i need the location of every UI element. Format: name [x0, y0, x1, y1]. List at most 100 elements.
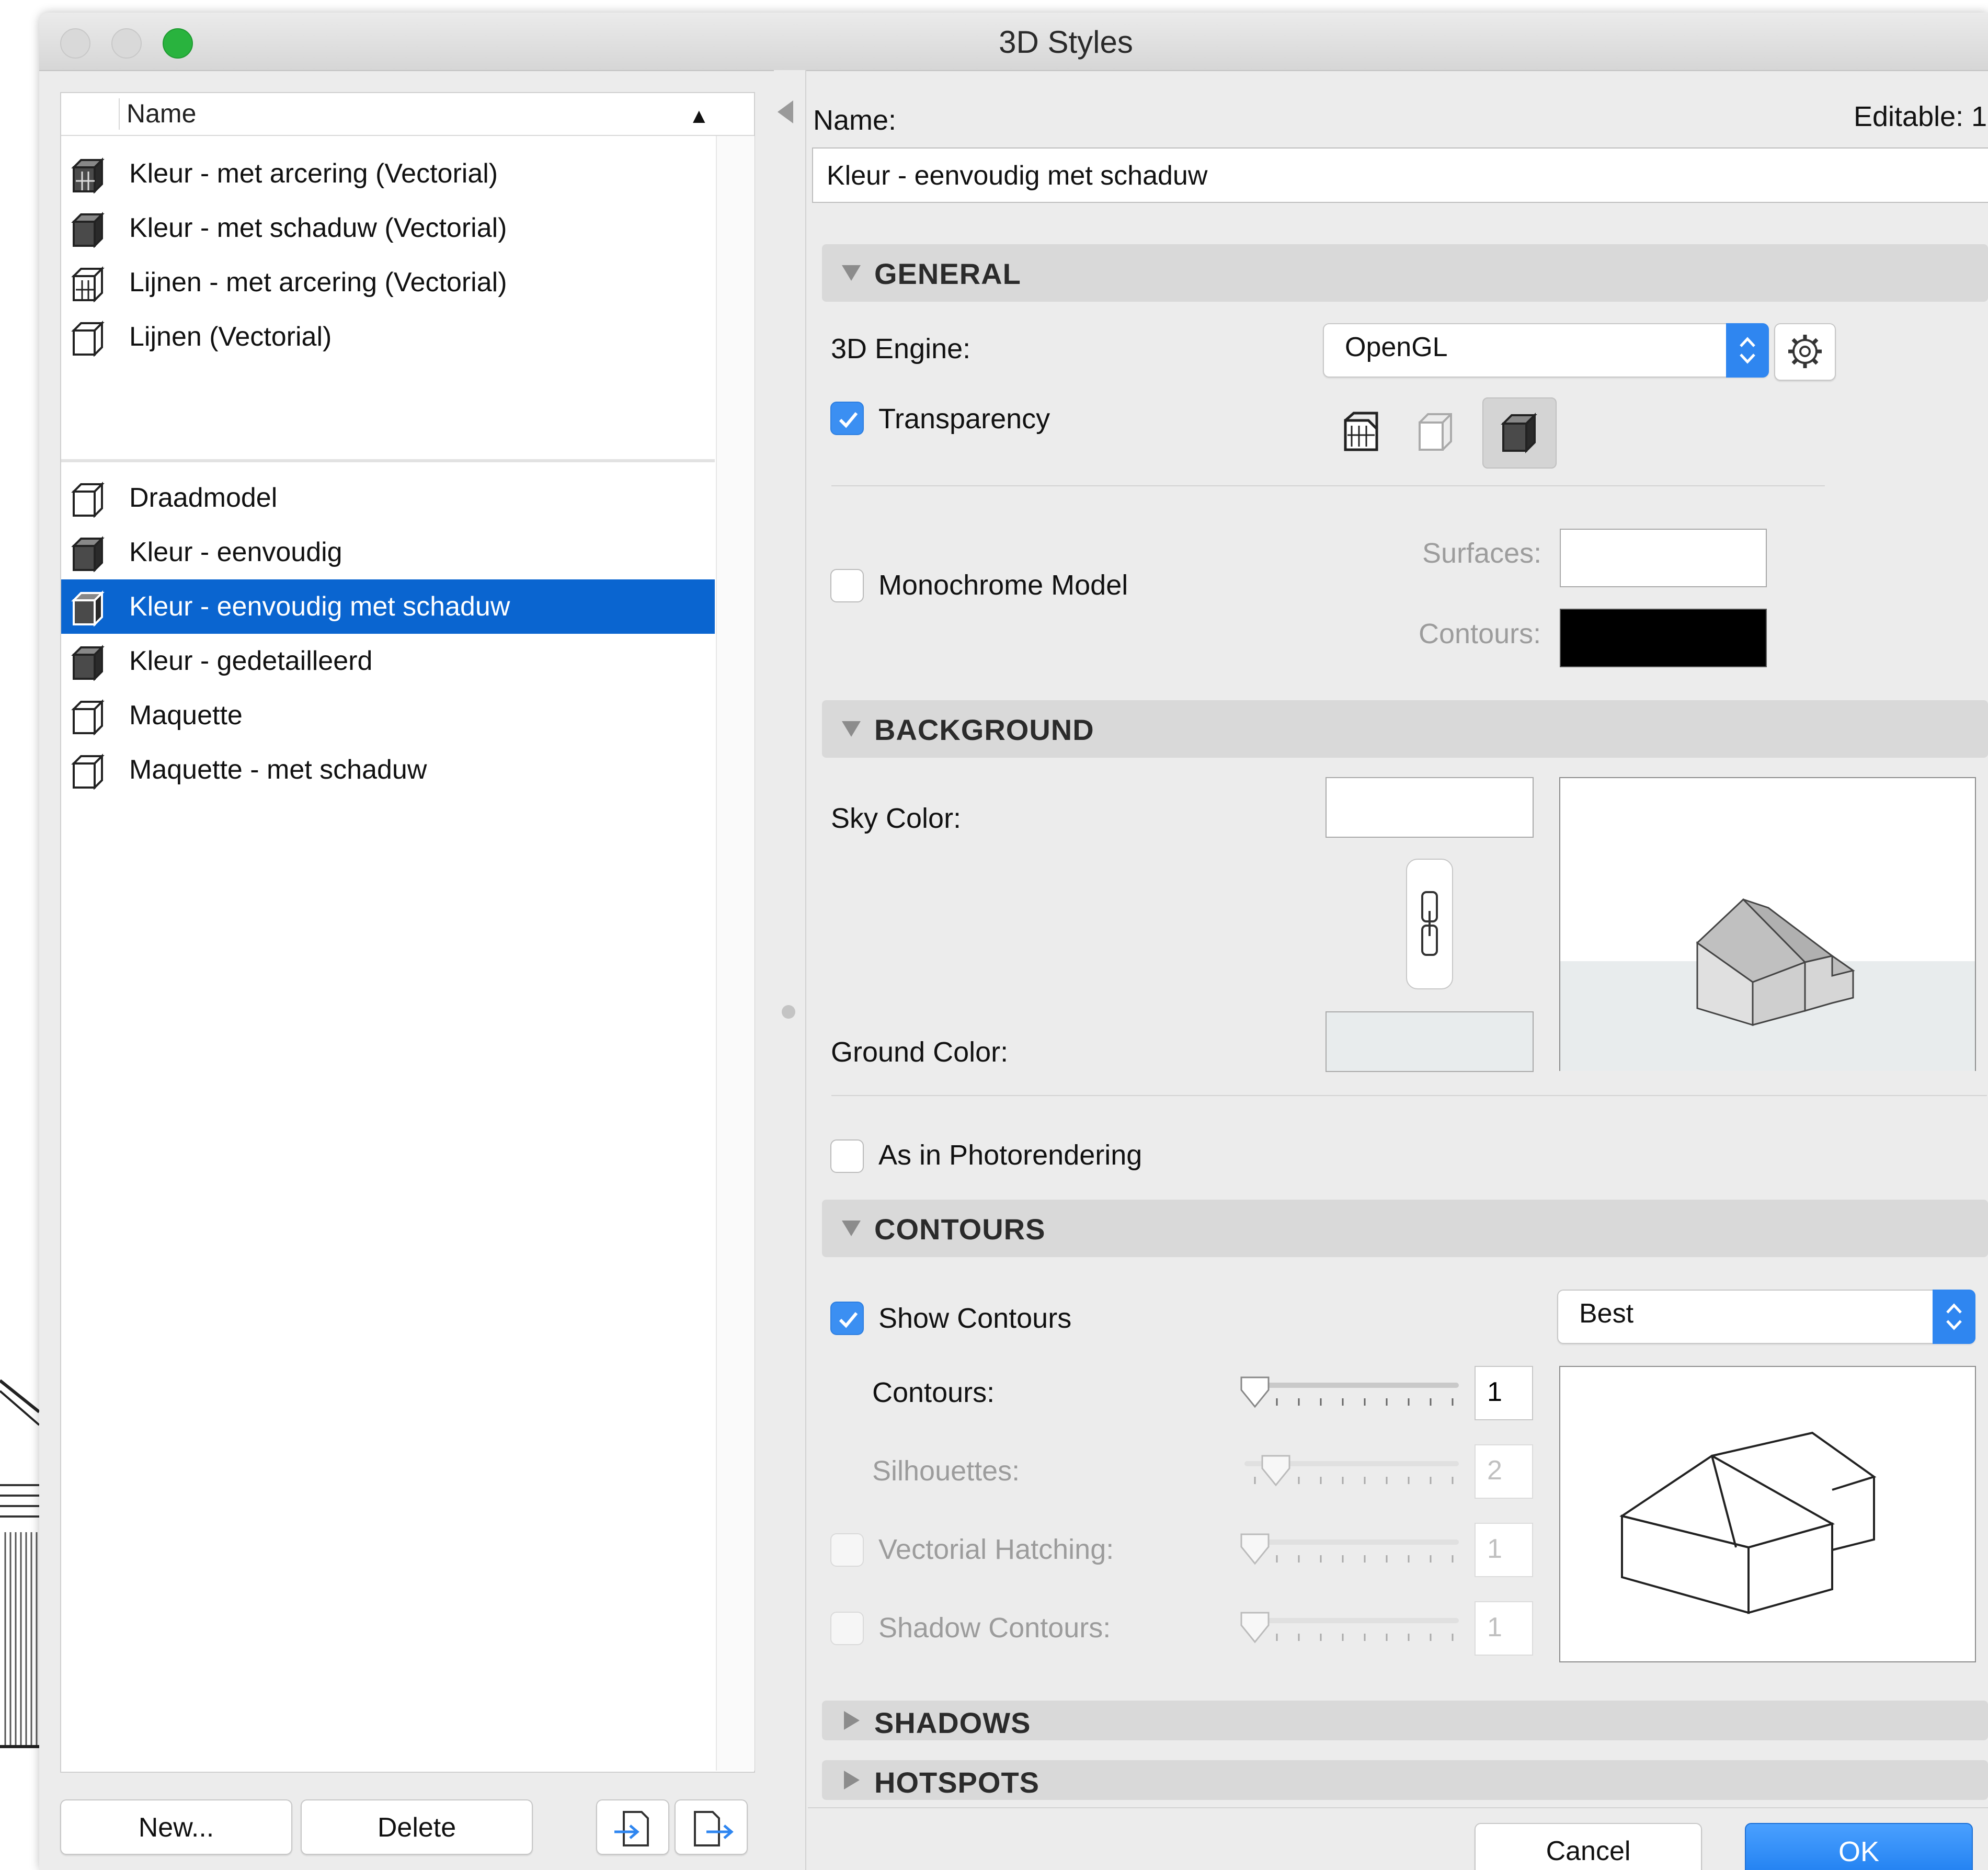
list-item[interactable]: Maquette - met schaduw [61, 743, 715, 797]
list-item-label: Kleur - eenvoudig [129, 537, 342, 567]
header-separator [119, 98, 120, 130]
list-item-label: Kleur - met schaduw (Vectorial) [129, 213, 507, 243]
hotspots-section-header[interactable]: HOTSPOTS [822, 1760, 1988, 1800]
list-item[interactable]: Kleur - met arcering (Vectorial) [61, 146, 715, 201]
surfaces-label: Surfaces: [1422, 538, 1542, 569]
contour-width-input[interactable]: 1 [1475, 1523, 1533, 1577]
monochrome-label: Monochrome Model [878, 569, 1128, 601]
disclosure-down-icon [842, 1221, 861, 1236]
contour-width-input[interactable]: 2 [1475, 1444, 1533, 1499]
contours-color-swatch[interactable] [1560, 609, 1767, 667]
photorender-checkbox[interactable] [830, 1139, 864, 1173]
contour-width-slider[interactable] [1234, 1606, 1464, 1654]
chain-link-icon [1421, 891, 1438, 956]
sky-color-label: Sky Color: [831, 803, 962, 834]
list-item[interactable]: Lijnen - met arcering (Vectorial) [61, 255, 715, 310]
surfaces-color-swatch[interactable] [1560, 529, 1767, 587]
disclosure-right-icon [844, 1771, 860, 1789]
sky-color-swatch[interactable] [1326, 777, 1534, 838]
collapse-panel-icon[interactable] [778, 100, 793, 123]
background-section-header[interactable]: BACKGROUND [822, 700, 1988, 758]
list-item-label: Kleur - gedetailleerd [129, 646, 373, 676]
up-down-chevron-icon [1740, 337, 1755, 364]
ok-button[interactable]: OK [1745, 1823, 1973, 1870]
import-style-button[interactable] [596, 1799, 669, 1855]
list-item[interactable]: Maquette [61, 688, 715, 743]
list-item-label: Maquette [129, 700, 243, 731]
background-section-title: BACKGROUND [874, 713, 1094, 746]
contour-width-input[interactable]: 1 [1475, 1366, 1533, 1420]
export-style-button[interactable] [675, 1799, 748, 1855]
show-contours-checkbox[interactable] [830, 1302, 864, 1335]
list-item[interactable]: Lijnen (Vectorial) [61, 310, 715, 364]
engine-select-stepper[interactable] [1726, 323, 1769, 378]
maquette-shadow-style-icon [68, 751, 107, 790]
show-contours-label: Show Contours [878, 1303, 1072, 1334]
list-scrollbar[interactable] [716, 136, 755, 1771]
list-item-label: Kleur - met arcering (Vectorial) [129, 158, 498, 189]
color-simple-shadow-style-icon [68, 588, 107, 627]
contours-section-title: CONTOURS [874, 1213, 1046, 1246]
color-detailed-style-icon [68, 642, 107, 681]
gear-icon [1788, 335, 1822, 368]
list-column-header[interactable]: Name ▲ [61, 93, 754, 136]
panel-splitter[interactable] [774, 70, 806, 1870]
house-outline-preview [1619, 1431, 1877, 1614]
list-item[interactable]: Kleur - met schaduw (Vectorial) [61, 201, 715, 255]
transparency-checkbox[interactable] [830, 402, 864, 435]
shadows-section-header[interactable]: SHADOWS [822, 1701, 1988, 1740]
footer-divider [808, 1807, 1988, 1808]
window-title: 3D Styles [999, 25, 1133, 60]
list-item-label: Kleur - eenvoudig met schaduw [129, 591, 510, 622]
ground-color-swatch[interactable] [1326, 1011, 1534, 1072]
list-item[interactable]: Kleur - eenvoudig [61, 525, 715, 579]
contour-option-label: Contours: [872, 1377, 995, 1408]
list-item[interactable]: Kleur - gedetailleerd [61, 634, 715, 688]
contour-option-checkbox[interactable] [830, 1533, 864, 1567]
quality-select-stepper[interactable] [1933, 1290, 1975, 1344]
contour-width-input[interactable]: 1 [1475, 1601, 1533, 1656]
background-divider [831, 1095, 1987, 1096]
contour-width-slider[interactable] [1234, 1528, 1464, 1575]
contours-section-header[interactable]: CONTOURS [822, 1200, 1988, 1257]
engine-select[interactable]: OpenGL [1323, 323, 1769, 378]
list-item-label: Maquette - met schaduw [129, 755, 427, 785]
name-column-label: Name [127, 99, 197, 128]
mode-hatched-button[interactable] [1336, 406, 1388, 458]
general-section-header[interactable]: GENERAL [822, 244, 1988, 302]
engine-label: 3D Engine: [831, 333, 971, 364]
color-simple-style-icon [68, 533, 107, 573]
list-item-label: Draadmodel [129, 483, 278, 513]
color-shadow-style-icon [68, 209, 107, 248]
splitter-handle[interactable] [782, 1005, 795, 1019]
disclosure-down-icon [842, 721, 861, 737]
new-style-button[interactable]: New... [60, 1799, 292, 1855]
list-item[interactable]: Draadmodel [61, 471, 715, 525]
outline-mode-icon [1419, 413, 1452, 451]
contour-width-slider[interactable] [1234, 1450, 1464, 1497]
engine-settings-button[interactable] [1774, 323, 1836, 381]
up-down-chevron-icon [1946, 1303, 1962, 1330]
photorender-label: As in Photorendering [878, 1139, 1142, 1171]
disclosure-right-icon [844, 1711, 860, 1730]
cancel-button[interactable]: Cancel [1475, 1823, 1702, 1870]
style-name-input[interactable]: Kleur - eenvoudig met schaduw [812, 147, 1988, 203]
delete-style-button[interactable]: Delete [301, 1799, 533, 1855]
contour-quality-select[interactable]: Best [1557, 1290, 1975, 1344]
list-item[interactable]: Kleur - eenvoudig met schaduw [61, 579, 715, 634]
contour-width-slider[interactable] [1234, 1371, 1464, 1418]
list-item-label: Lijnen - met arcering (Vectorial) [129, 267, 507, 298]
checkmark-icon [839, 1312, 858, 1328]
mode-outline-button[interactable] [1410, 406, 1463, 458]
link-colors-toggle[interactable] [1406, 859, 1453, 989]
mode-shaded-button[interactable] [1482, 397, 1557, 469]
list-item-label: Lijnen (Vectorial) [129, 322, 332, 352]
monochrome-checkbox[interactable] [830, 569, 864, 602]
maquette-style-icon [68, 697, 107, 736]
house-shaded-preview [1696, 898, 1855, 1027]
shadows-section-title: SHADOWS [874, 1706, 1031, 1739]
engine-value: OpenGL [1345, 332, 1448, 362]
sort-ascending-icon[interactable]: ▲ [689, 105, 710, 128]
contour-option-checkbox[interactable] [830, 1612, 864, 1645]
hotspots-section-title: HOTSPOTS [874, 1766, 1040, 1799]
